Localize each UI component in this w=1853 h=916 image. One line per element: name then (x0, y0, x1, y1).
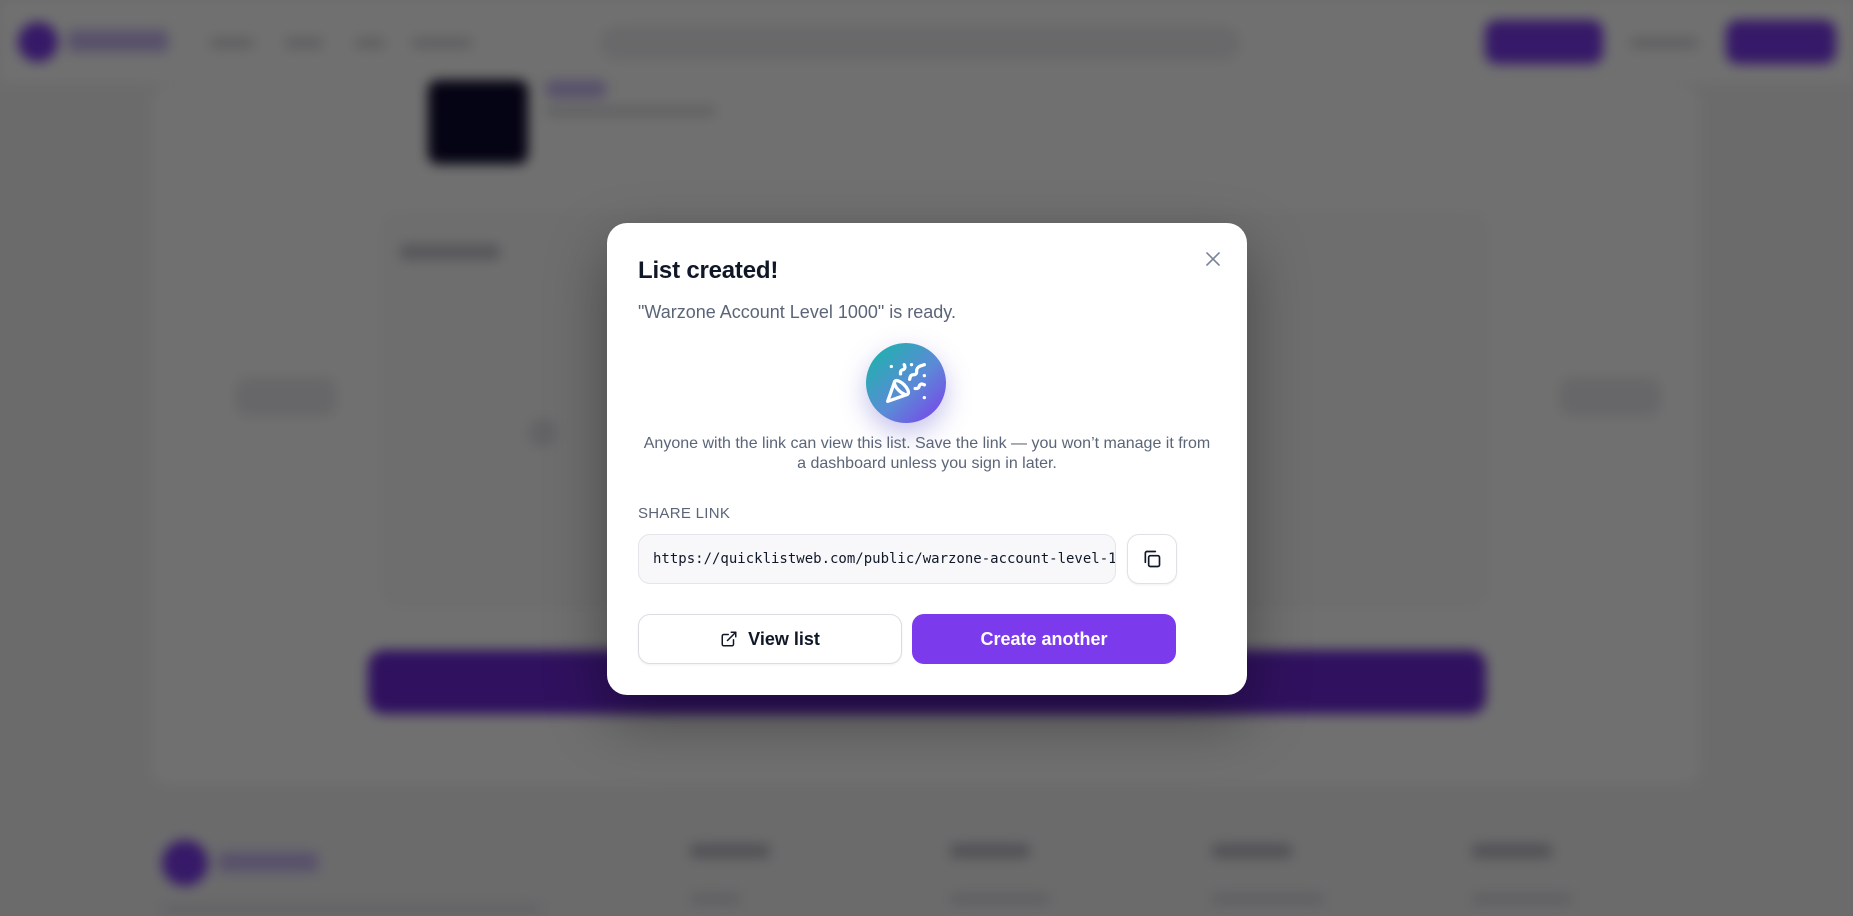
dialog-info-text: Anyone with the link can view this list.… (643, 435, 1211, 472)
celebration-badge (866, 343, 946, 423)
party-popper-icon (886, 363, 927, 403)
share-link-field[interactable]: https://quicklistweb.com/public/warzone-… (638, 534, 1116, 584)
view-list-button[interactable]: View list (638, 614, 902, 664)
create-another-label: Create another (980, 628, 1108, 649)
copy-icon (1144, 550, 1161, 568)
close-button[interactable] (1201, 247, 1225, 271)
external-link-icon (721, 631, 737, 647)
share-link-label: SHARE LINK (638, 505, 731, 522)
view-list-label: View list (748, 628, 820, 649)
copy-link-button[interactable] (1127, 534, 1177, 584)
list-created-dialog: List created! "Warzone Account Level 100… (607, 223, 1247, 695)
page: List created! "Warzone Account Level 100… (0, 0, 1853, 916)
close-icon (1206, 252, 1220, 266)
dialog-title: List created! (638, 257, 779, 284)
create-another-button[interactable]: Create another (912, 614, 1176, 664)
dialog-subtitle: "Warzone Account Level 1000" is ready. (638, 302, 956, 322)
